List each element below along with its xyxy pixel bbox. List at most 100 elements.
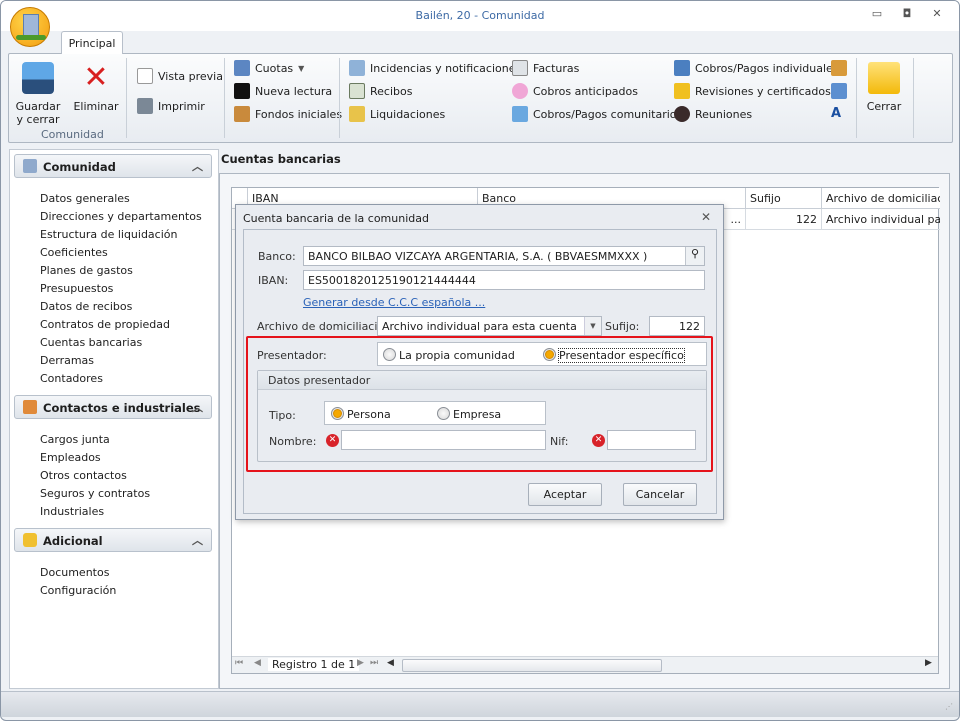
sidebar-header-adicional[interactable]: Adicional ︿ — [14, 528, 212, 552]
nombre-input[interactable] — [341, 430, 546, 450]
scroll-left-icon[interactable]: ◀ — [387, 658, 394, 668]
eliminar-button[interactable]: ✕ Eliminar — [71, 60, 121, 114]
scroll-right-icon[interactable]: ▶ — [925, 658, 932, 668]
facturas-button[interactable]: Facturas — [512, 60, 579, 76]
radio-persona[interactable]: Persona — [331, 407, 391, 421]
reuniones-button[interactable]: Reuniones — [674, 106, 752, 122]
datos-presentador-header: Datos presentador — [258, 371, 706, 390]
sidebar-header-contactos[interactable]: Contactos e industriales ︿ — [14, 395, 212, 419]
transfer-icon[interactable] — [831, 60, 847, 76]
sidebar-item[interactable]: Contratos de propiedad — [40, 318, 170, 331]
sidebar-item[interactable]: Seguros y contratos — [40, 487, 150, 500]
sidebar-item[interactable]: Coeficientes — [40, 246, 108, 259]
restore-button[interactable]: ◘ — [897, 7, 917, 23]
piggy-bank-icon — [512, 83, 528, 99]
column-header-sufijo[interactable]: Sufijo — [746, 188, 822, 209]
chevron-down-icon[interactable]: ▼ — [584, 317, 601, 335]
sidebar-item[interactable]: Datos de recibos — [40, 300, 132, 313]
invoice-icon — [512, 60, 528, 76]
radio-circle — [331, 407, 344, 420]
archivo-select[interactable]: Archivo individual para esta cuenta — [377, 316, 602, 336]
presentador-radio-group: La propia comunidad Presentador específi… — [377, 342, 707, 366]
sidebar-item[interactable]: Cuentas bancarias — [40, 336, 142, 349]
sidebar-item[interactable]: Documentos — [40, 566, 109, 579]
radio-circle — [543, 348, 556, 361]
first-record-icon[interactable]: ⏮ — [235, 658, 243, 668]
radio-presentador-especifico[interactable]: Presentador específico — [543, 348, 685, 363]
cobros-pagos-individuales-button[interactable]: Cobros/Pagos individuales — [674, 60, 839, 76]
status-bar: ⋰ — [1, 691, 959, 717]
chevron-up-icon: ︿ — [192, 160, 203, 173]
receipt-icon — [349, 83, 365, 99]
sidebar-item[interactable]: Direcciones y departamentos — [40, 210, 202, 223]
sidebar-item[interactable]: Derramas — [40, 354, 94, 367]
error-icon: ✕ — [326, 434, 339, 447]
vista-previa-button[interactable]: Vista previa — [137, 68, 223, 84]
banco-label: Banco: — [258, 250, 296, 263]
sidebar-item[interactable]: Empleados — [40, 451, 101, 464]
cuotas-dropdown[interactable]: Cuotas ▼ — [234, 60, 304, 76]
sidebar-header-comunidad[interactable]: Comunidad ︿ — [14, 154, 212, 178]
fondos-iniciales-button[interactable]: Fondos iniciales — [234, 106, 342, 122]
tab-principal[interactable]: Principal — [61, 31, 123, 54]
cell-archivo[interactable]: Archivo individual para esta cuenta — [822, 209, 940, 230]
recibos-button[interactable]: Recibos — [349, 83, 412, 99]
prev-record-icon[interactable]: ◀ — [254, 658, 261, 668]
radio-la-propia-comunidad[interactable]: La propia comunidad — [383, 348, 515, 362]
generate-from-ccc-link[interactable]: Generar desde C.C.C española ... — [303, 296, 485, 309]
iban-input[interactable]: ES5001820125190121444444 — [303, 270, 705, 290]
cobros-pagos-comunitarios-button[interactable]: Cobros/Pagos comunitarios — [512, 106, 682, 122]
dialog-title: Cuenta bancaria de la comunidad — [243, 212, 429, 225]
grid-navigator: ⏮ ◀ Registro 1 de 1 ▶ ⏭ ◀ ▶ — [232, 656, 938, 673]
close-button[interactable]: ✕ — [927, 7, 947, 23]
delete-x-icon: ✕ — [83, 60, 109, 95]
nif-input[interactable] — [607, 430, 696, 450]
cerrar-button[interactable]: Cerrar — [861, 62, 907, 113]
bell-certificate-icon — [674, 83, 690, 99]
sidebar-item[interactable]: Cargos junta — [40, 433, 110, 446]
revisiones-button[interactable]: Revisiones y certificados — [674, 83, 831, 99]
incidencias-button[interactable]: Incidencias y notificaciones — [349, 60, 521, 76]
certificate-icon[interactable] — [831, 83, 847, 99]
sidebar-item[interactable]: Datos generales — [40, 192, 130, 205]
guardar-cerrar-button[interactable]: Guardar y cerrar — [13, 62, 63, 126]
next-record-icon[interactable]: ▶ — [357, 658, 364, 668]
sidebar-item[interactable]: Presupuestos — [40, 282, 113, 295]
calculator-icon — [512, 106, 528, 122]
last-record-icon[interactable]: ⏭ — [370, 658, 378, 668]
banco-input[interactable]: BANCO BILBAO VIZCAYA ARGENTARIA, S.A. ( … — [303, 246, 705, 266]
sidebar-item[interactable]: Contadores — [40, 372, 103, 385]
cell-sufijo[interactable]: 122 — [746, 209, 822, 230]
minimize-button[interactable]: ▭ — [867, 7, 887, 23]
window-title: Bailén, 20 - Comunidad — [415, 9, 545, 22]
contacts-icon — [23, 400, 37, 414]
sidebar-item[interactable]: Planes de gastos — [40, 264, 133, 277]
cancelar-button[interactable]: Cancelar — [623, 483, 697, 506]
aceptar-button[interactable]: Aceptar — [528, 483, 602, 506]
ribbon: Guardar y cerrar ✕ Eliminar Comunidad Vi… — [8, 53, 953, 143]
sufijo-input[interactable]: 122 — [649, 316, 705, 336]
dialog-close-button[interactable]: ✕ — [701, 210, 711, 224]
sidebar-item[interactable]: Otros contactos — [40, 469, 127, 482]
chevron-up-icon: ︿ — [192, 401, 203, 414]
tax-agency-icon[interactable]: A — [831, 106, 847, 122]
search-bank-icon[interactable]: ⚲ — [685, 247, 704, 265]
liquidation-icon — [349, 106, 365, 122]
sidebar-item[interactable]: Industriales — [40, 505, 104, 518]
resize-grip-icon[interactable]: ⋰ — [945, 702, 953, 711]
sidebar-item[interactable]: Configuración — [40, 584, 116, 597]
nif-label: Nif: — [550, 435, 569, 448]
imprimir-button[interactable]: Imprimir — [137, 98, 205, 114]
counter-icon — [234, 83, 250, 99]
nueva-lectura-button[interactable]: Nueva lectura — [234, 83, 332, 99]
datos-presentador-group: Datos presentador Tipo: Persona Empresa … — [257, 370, 707, 462]
horizontal-scrollbar-thumb[interactable] — [402, 659, 662, 672]
sidebar-item[interactable]: Estructura de liquidación — [40, 228, 177, 241]
liquidaciones-button[interactable]: Liquidaciones — [349, 106, 445, 122]
cobros-anticipados-button[interactable]: Cobros anticipados — [512, 83, 638, 99]
radio-empresa[interactable]: Empresa — [437, 407, 501, 421]
archivo-label: Archivo de domiciliación: — [257, 320, 395, 333]
sidebar: Comunidad ︿ Contactos e industriales ︿ Adi… — [9, 149, 219, 689]
dialog-body: Banco: BANCO BILBAO VIZCAYA ARGENTARIA, … — [243, 229, 717, 514]
column-header-archivo[interactable]: Archivo de domiciliación — [822, 188, 940, 209]
